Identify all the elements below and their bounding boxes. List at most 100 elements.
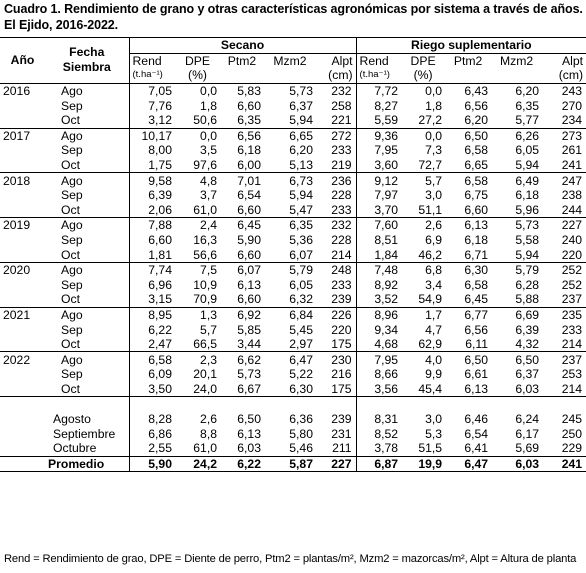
cell-fecha: Oct [61,247,80,262]
cell-fecha: Sep [61,98,83,113]
cell-riego-alpt: 229 [561,441,583,456]
cell-secano-ptm2: 3,44 [237,337,261,352]
cell-riego-dpe: 2,6 [401,217,446,233]
cell-riego-dpe: 5,7 [401,172,446,188]
cell-riego-mzm2: 6,39 [515,322,540,337]
table-row: Oct 3,15 70,9 6,60 6,32 239 3,52 54,9 6,45 5,88 23… [0,292,586,308]
cell-secano-ptm2: 6,18 [237,143,261,158]
cell-secano-ptm2: 6,13 [237,426,261,441]
cell-secano-ptm2: 6,00 [237,158,261,173]
cell-riego-ptm2: 6,75 [464,188,489,203]
header-col-secano-rend: Rend [128,53,175,69]
cell-secano-rend: 2,55 [128,441,175,457]
cell-secano-ptm2: 7,01 [220,172,264,188]
cell-secano-mzm2: 5,22 [289,367,313,382]
cell-riego-alpt: 234 [561,113,583,128]
cell-riego-mzm2: 5,58 [515,233,540,248]
cell-fecha: Sep [61,188,83,203]
header-col-riego-ptm2: Ptm2 [453,53,483,68]
cell-riego-dpe: 3,4 [425,277,443,292]
cell-riego-rend: 7,95 [355,143,402,158]
data-table-container: Año Fecha Siembra Secano Riego suplement… [0,37,586,473]
cell-secano-alpt: 236 [316,172,357,188]
cell-riego-ptm2: 6,56 [464,322,489,337]
cell-riego-ptm2: 6,60 [464,202,489,217]
cell-riego-alpt: 273 [542,127,586,144]
header-unit-riego-dpe: (%) [401,68,446,84]
cell-riego-alpt: 227 [542,217,586,233]
table-title: Cuadro 1. Rendimiento de grano y otras c… [4,2,583,32]
header-col-riego-rend: Rend [355,53,402,69]
spacer-row [0,396,586,412]
cell-secano-alpt: 227 [316,455,357,473]
cell-secano-alpt: 175 [331,381,352,396]
cell-riego-ptm2: 6,58 [464,277,489,292]
table-row: 2017 Ago 10,17 0,0 6,56 6,65 272 9,36 0,0 6,50 6,2… [0,127,586,144]
cell-riego-dpe: 72,7 [418,158,443,173]
cell-riego-rend: 7,72 [355,83,402,99]
cell-secano-alpt: 233 [331,277,352,292]
promedio-row: Promedio 5,90 24,2 6,22 5,87 227 6,87 19,9 6,47 6… [0,455,586,473]
cell-riego-ptm2: 6,50 [445,351,492,368]
cell-secano-mzm2: 6,20 [289,143,313,158]
cell-secano-dpe: 20,1 [193,367,217,382]
cell-secano-ptm2: 6,67 [237,381,261,396]
cell-riego-alpt: 237 [542,351,586,368]
cell-year [0,247,45,262]
cell-secano-alpt: 232 [316,217,357,233]
cell-year [0,113,45,128]
cell-secano-alpt: 258 [331,98,352,113]
cell-fecha: Oct [61,113,80,128]
cell-riego-mzm2: 6,18 [515,188,540,203]
cell-year [0,337,45,352]
cell-fecha: Ago [45,306,129,323]
header-unit-secano-mzm2 [264,68,316,84]
cell-riego-ptm2: 6,58 [464,143,489,158]
cell-secano-mzm2: 5,46 [289,441,313,456]
cell-riego-mzm2: 5,77 [515,113,540,128]
cell-year [0,203,45,218]
cell-secano-mzm2: 6,73 [264,172,316,188]
cell-secano-rend: 5,90 [128,455,175,473]
cell-secano-alpt: 272 [316,127,357,144]
cell-riego-ptm2: 6,71 [464,247,489,262]
cell-riego-rend: 4,68 [355,336,402,352]
cell-secano-rend: 7,74 [128,261,175,278]
cell-year [0,278,45,293]
cell-secano-ptm2: 5,73 [237,367,261,382]
cell-secano-alpt: 226 [316,306,357,323]
cell-riego-dpe: 54,9 [418,292,443,307]
cell-year: 2020 [0,261,45,278]
cell-fecha: Sep [61,277,83,292]
cell-secano-ptm2: 6,60 [237,98,261,113]
cell-riego-rend: 8,27 [355,98,402,113]
cell-secano-mzm2: 6,05 [289,277,313,292]
cell-fecha: Ago [45,217,129,233]
cell-secano-rend: 2,06 [128,202,175,218]
cell-riego-ptm2: 6,65 [464,158,489,173]
cell-riego-dpe: 51,5 [418,441,443,456]
cell-riego-rend: 8,92 [355,277,402,293]
cell-riego-rend: 3,56 [355,381,402,397]
cell-fecha: Oct [61,158,80,173]
cell-fecha: Oct [61,337,80,352]
cell-riego-mzm2: 6,69 [491,306,543,323]
cell-riego-dpe: 6,9 [425,233,443,248]
cell-riego-ptm2: 6,54 [464,426,489,441]
cell-riego-mzm2: 6,03 [515,381,540,396]
cell-riego-rend: 9,34 [355,322,402,337]
table-row: Sep 6,39 3,7 6,54 5,94 228 7,97 3,0 6,75 6,18 238 [0,187,586,203]
cell-riego-dpe: 1,8 [425,98,443,113]
cell-riego-ptm2: 6,13 [445,217,492,233]
cell-riego-alpt: 252 [542,261,586,278]
cell-secano-rend: 8,00 [128,143,175,158]
cell-secano-dpe: 2,3 [175,351,220,368]
cell-secano-mzm2: 5,73 [289,84,313,99]
cell-fecha: Ago [45,172,129,188]
cell-fecha: Oct [61,202,80,217]
cell-riego-dpe: 5,3 [425,426,443,441]
cell-secano-alpt: 216 [331,367,352,382]
cell-secano-alpt: 220 [331,322,352,337]
cell-riego-mzm2: 6,35 [515,98,540,113]
cell-riego-mzm2: 5,79 [491,261,543,278]
